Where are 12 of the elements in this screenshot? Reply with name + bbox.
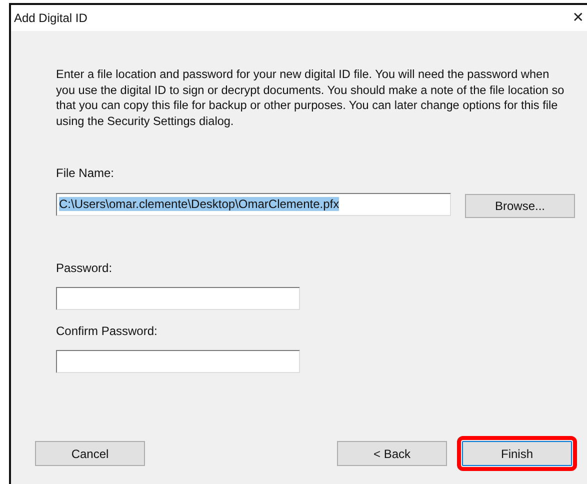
field-label: Confirm Password:	[56, 324, 158, 338]
file-name-field[interactable]: C:\Users\omar.clemente\Desktop\OmarClemente.pfx	[56, 193, 451, 216]
password-field[interactable]	[56, 287, 300, 310]
browse-button[interactable]: Browse...	[465, 194, 575, 218]
close-button[interactable]: ✕	[572, 10, 584, 26]
dialog-button[interactable]: < Back	[337, 441, 447, 466]
field-label: Password:	[56, 261, 112, 275]
window-title: Add Digital ID	[14, 11, 88, 25]
instructions-text: Enter a file location and password for your new digital ID file. You will need the password when you use the digital ID to sign or decrypt documents. You should make a note of the file location so that you can copy this file for backup or other purposes. You can later change options for this file using the Security Settings dialog.	[56, 67, 566, 129]
field-label: File Name:	[56, 166, 114, 180]
confirm-password-field[interactable]	[56, 350, 300, 373]
dialog-button[interactable]: Cancel	[35, 441, 145, 466]
